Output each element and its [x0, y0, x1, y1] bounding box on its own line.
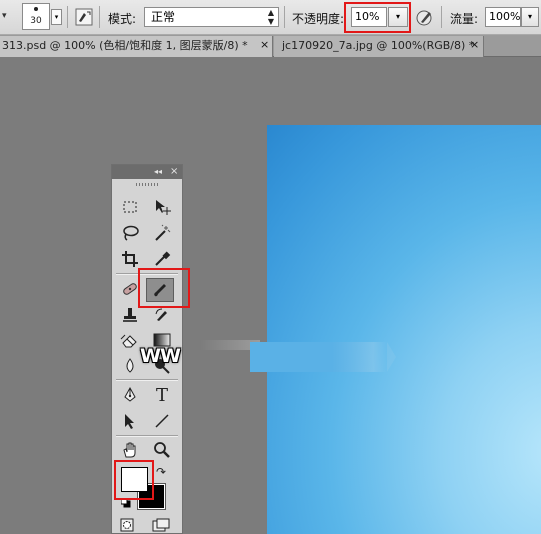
hand-icon: [123, 442, 136, 458]
foreground-color-highlight-box: [114, 460, 154, 500]
eyedropper-icon: [155, 251, 171, 266]
watermark-text: WW: [140, 345, 181, 367]
lasso-tool[interactable]: [119, 222, 141, 244]
flow-slider-button[interactable]: ▾: [521, 7, 539, 27]
tool-preset-dropdown-arrow[interactable]: ▾: [2, 11, 7, 21]
history-brush-icon: [155, 308, 167, 321]
tab-label: jc170920_7a.jpg @ 100%(RGB/8) *: [282, 39, 475, 52]
crop-icon: [122, 251, 138, 267]
drop-icon: [126, 358, 134, 373]
line-tool[interactable]: [151, 410, 173, 432]
screen-mode-button[interactable]: [151, 517, 171, 533]
tab-close-icon[interactable]: ×: [260, 38, 269, 51]
flow-label: 流量:: [450, 12, 479, 26]
brush-tip-preview: [34, 7, 38, 11]
tab-313-psd[interactable]: 313.psd @ 100% (色相/饱和度 1, 图层蒙版/8) *: [0, 36, 273, 57]
brush-size-value: 30: [30, 16, 42, 26]
brush-preset-picker[interactable]: 30: [22, 3, 50, 30]
separator: [441, 6, 442, 28]
quick-mask-mode-button[interactable]: [119, 517, 135, 533]
line-icon: [155, 414, 169, 428]
bandage-icon: [123, 283, 137, 295]
collapse-icon[interactable]: ◂◂: [154, 165, 162, 179]
zoom-tool[interactable]: [151, 439, 173, 461]
eyedropper-tool[interactable]: [151, 248, 173, 270]
swap-colors-icon[interactable]: ↷: [156, 465, 166, 479]
rectangular-marquee-tool[interactable]: [119, 196, 141, 218]
tools-panel-header[interactable]: ◂◂ ×: [112, 165, 182, 179]
hand-tool[interactable]: [119, 439, 141, 461]
separator: [67, 6, 68, 28]
blur-tool[interactable]: [119, 355, 141, 377]
document-tabs: 313.psd @ 100% (色相/饱和度 1, 图层蒙版/8) * × jc…: [0, 35, 541, 57]
brush-preset-dropdown-button[interactable]: ▾: [51, 9, 62, 25]
crop-tool[interactable]: [119, 248, 141, 270]
separator: [284, 6, 285, 28]
pressure-opacity-icon[interactable]: [415, 7, 435, 27]
mode-select-value: 正常: [151, 10, 176, 24]
eraser-icon: [120, 334, 137, 348]
marquee-icon: [123, 201, 137, 213]
magnifier-icon: [154, 442, 170, 458]
tab-close-icon[interactable]: ×: [470, 38, 479, 51]
separator: [99, 6, 100, 28]
toolbox-divider: [116, 379, 178, 381]
screen-mode-icon: [152, 518, 170, 532]
pen-tool[interactable]: [119, 384, 141, 406]
document-canvas[interactable]: [267, 125, 541, 534]
type-icon: T: [155, 384, 168, 406]
stamp-icon: [123, 308, 137, 322]
quick-mask-icon: [120, 518, 134, 532]
updown-icon: ▲ ▼: [267, 8, 274, 26]
flow-input[interactable]: 100%: [485, 7, 521, 27]
brush-tool-highlight-box: [138, 268, 190, 308]
arrow-cursor-icon: [125, 414, 134, 429]
pen-icon: [124, 386, 136, 402]
close-icon[interactable]: ×: [170, 165, 178, 179]
tab-jc170920-7a-jpg[interactable]: jc170920_7a.jpg @ 100%(RGB/8) *: [274, 36, 484, 57]
tab-label: 313.psd @ 100% (色相/饱和度 1, 图层蒙版/8) *: [2, 39, 248, 52]
move-icon: [156, 200, 171, 215]
options-bar: ▾ 30 ▾ 模式: 正常 ▲ ▼ 不透明度: 10% ▾ 流量: 100% ▾: [0, 0, 541, 35]
eraser-tool[interactable]: [119, 329, 141, 351]
panel-grip[interactable]: [136, 183, 158, 186]
type-tool[interactable]: T: [151, 384, 173, 406]
move-tool[interactable]: [151, 196, 173, 218]
toolbox-divider: [116, 435, 178, 437]
magic-wand-icon: [155, 224, 171, 241]
lasso-icon: [123, 225, 139, 241]
magic-wand-tool[interactable]: [151, 222, 173, 244]
path-selection-tool[interactable]: [119, 410, 141, 432]
opacity-highlight-box: [344, 2, 411, 33]
dragged-layer-strip: [250, 342, 396, 372]
mode-label: 模式:: [108, 12, 137, 26]
opacity-label: 不透明度:: [292, 12, 345, 26]
brush-panel-toggle-icon[interactable]: [75, 8, 93, 26]
mode-select[interactable]: 正常 ▲ ▼: [144, 7, 279, 27]
